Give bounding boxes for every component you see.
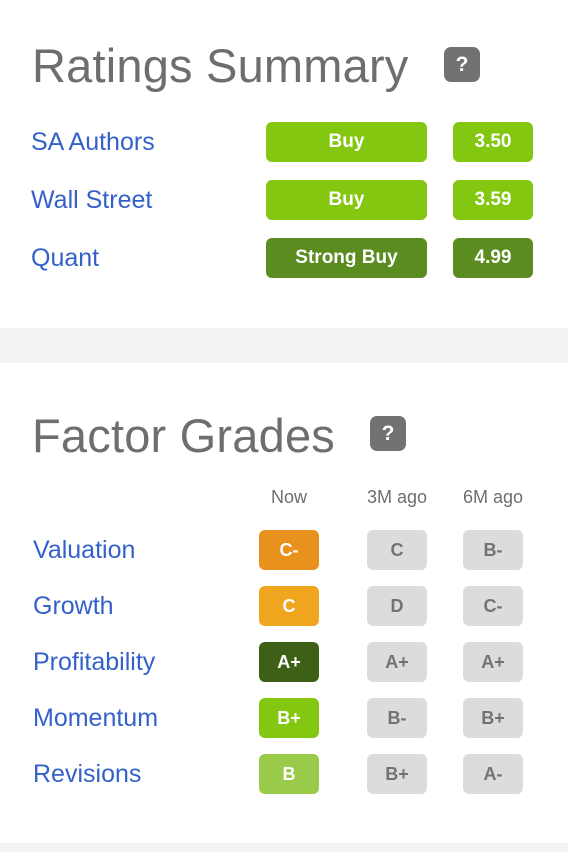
- grade-label[interactable]: Valuation: [33, 534, 135, 566]
- grade-6m-ago: C-: [463, 586, 523, 626]
- grade-3m-ago: D: [367, 586, 427, 626]
- grade-now: C: [259, 586, 319, 626]
- rating-label[interactable]: SA Authors: [31, 126, 155, 158]
- grade-3m-ago: A+: [367, 642, 427, 682]
- factor-grades-title: Factor Grades: [32, 409, 335, 462]
- factor-grades-section: Factor Grades ? Now 3M ago 6M ago Valuat…: [0, 363, 568, 843]
- rating-row-sa-authors: SA Authors Buy 3.50: [0, 122, 568, 162]
- grade-row-momentum: Momentum B+ B- B+: [0, 698, 568, 738]
- grade-now: B: [259, 754, 319, 794]
- grade-label[interactable]: Momentum: [33, 702, 158, 734]
- rating-row-wall-street: Wall Street Buy 3.59: [0, 180, 568, 220]
- grade-row-valuation: Valuation C- C B-: [0, 530, 568, 570]
- rating-row-quant: Quant Strong Buy 4.99: [0, 238, 568, 278]
- question-icon[interactable]: ?: [370, 416, 406, 451]
- rating-label[interactable]: Quant: [31, 242, 99, 274]
- grade-row-revisions: Revisions B B+ A-: [0, 754, 568, 794]
- grade-label[interactable]: Growth: [33, 590, 114, 622]
- ratings-summary-section: Ratings Summary ? SA Authors Buy 3.50 Wa…: [0, 0, 568, 328]
- section-divider: [0, 328, 568, 363]
- grade-label[interactable]: Revisions: [33, 758, 141, 790]
- rating-badge: Strong Buy: [266, 238, 427, 278]
- ratings-summary-title: Ratings Summary: [32, 39, 409, 92]
- grade-now: C-: [259, 530, 319, 570]
- grade-6m-ago: B+: [463, 698, 523, 738]
- rating-badge: Buy: [266, 180, 427, 220]
- column-header-6m-ago: 6M ago: [462, 487, 524, 507]
- score-badge: 3.50: [453, 122, 533, 162]
- score-badge: 3.59: [453, 180, 533, 220]
- grade-6m-ago: A+: [463, 642, 523, 682]
- score-badge: 4.99: [453, 238, 533, 278]
- grade-now: A+: [259, 642, 319, 682]
- grade-6m-ago: A-: [463, 754, 523, 794]
- section-divider: [0, 843, 568, 852]
- grade-row-growth: Growth C D C-: [0, 586, 568, 626]
- rating-badge: Buy: [266, 122, 427, 162]
- grade-3m-ago: B+: [367, 754, 427, 794]
- rating-label[interactable]: Wall Street: [31, 184, 152, 216]
- grade-label[interactable]: Profitability: [33, 646, 155, 678]
- grade-3m-ago: C: [367, 530, 427, 570]
- grade-now: B+: [259, 698, 319, 738]
- question-icon[interactable]: ?: [444, 47, 480, 82]
- grade-row-profitability: Profitability A+ A+ A+: [0, 642, 568, 682]
- grade-3m-ago: B-: [367, 698, 427, 738]
- grade-6m-ago: B-: [463, 530, 523, 570]
- column-header-now: Now: [270, 487, 307, 507]
- column-header-3m-ago: 3M ago: [366, 487, 428, 507]
